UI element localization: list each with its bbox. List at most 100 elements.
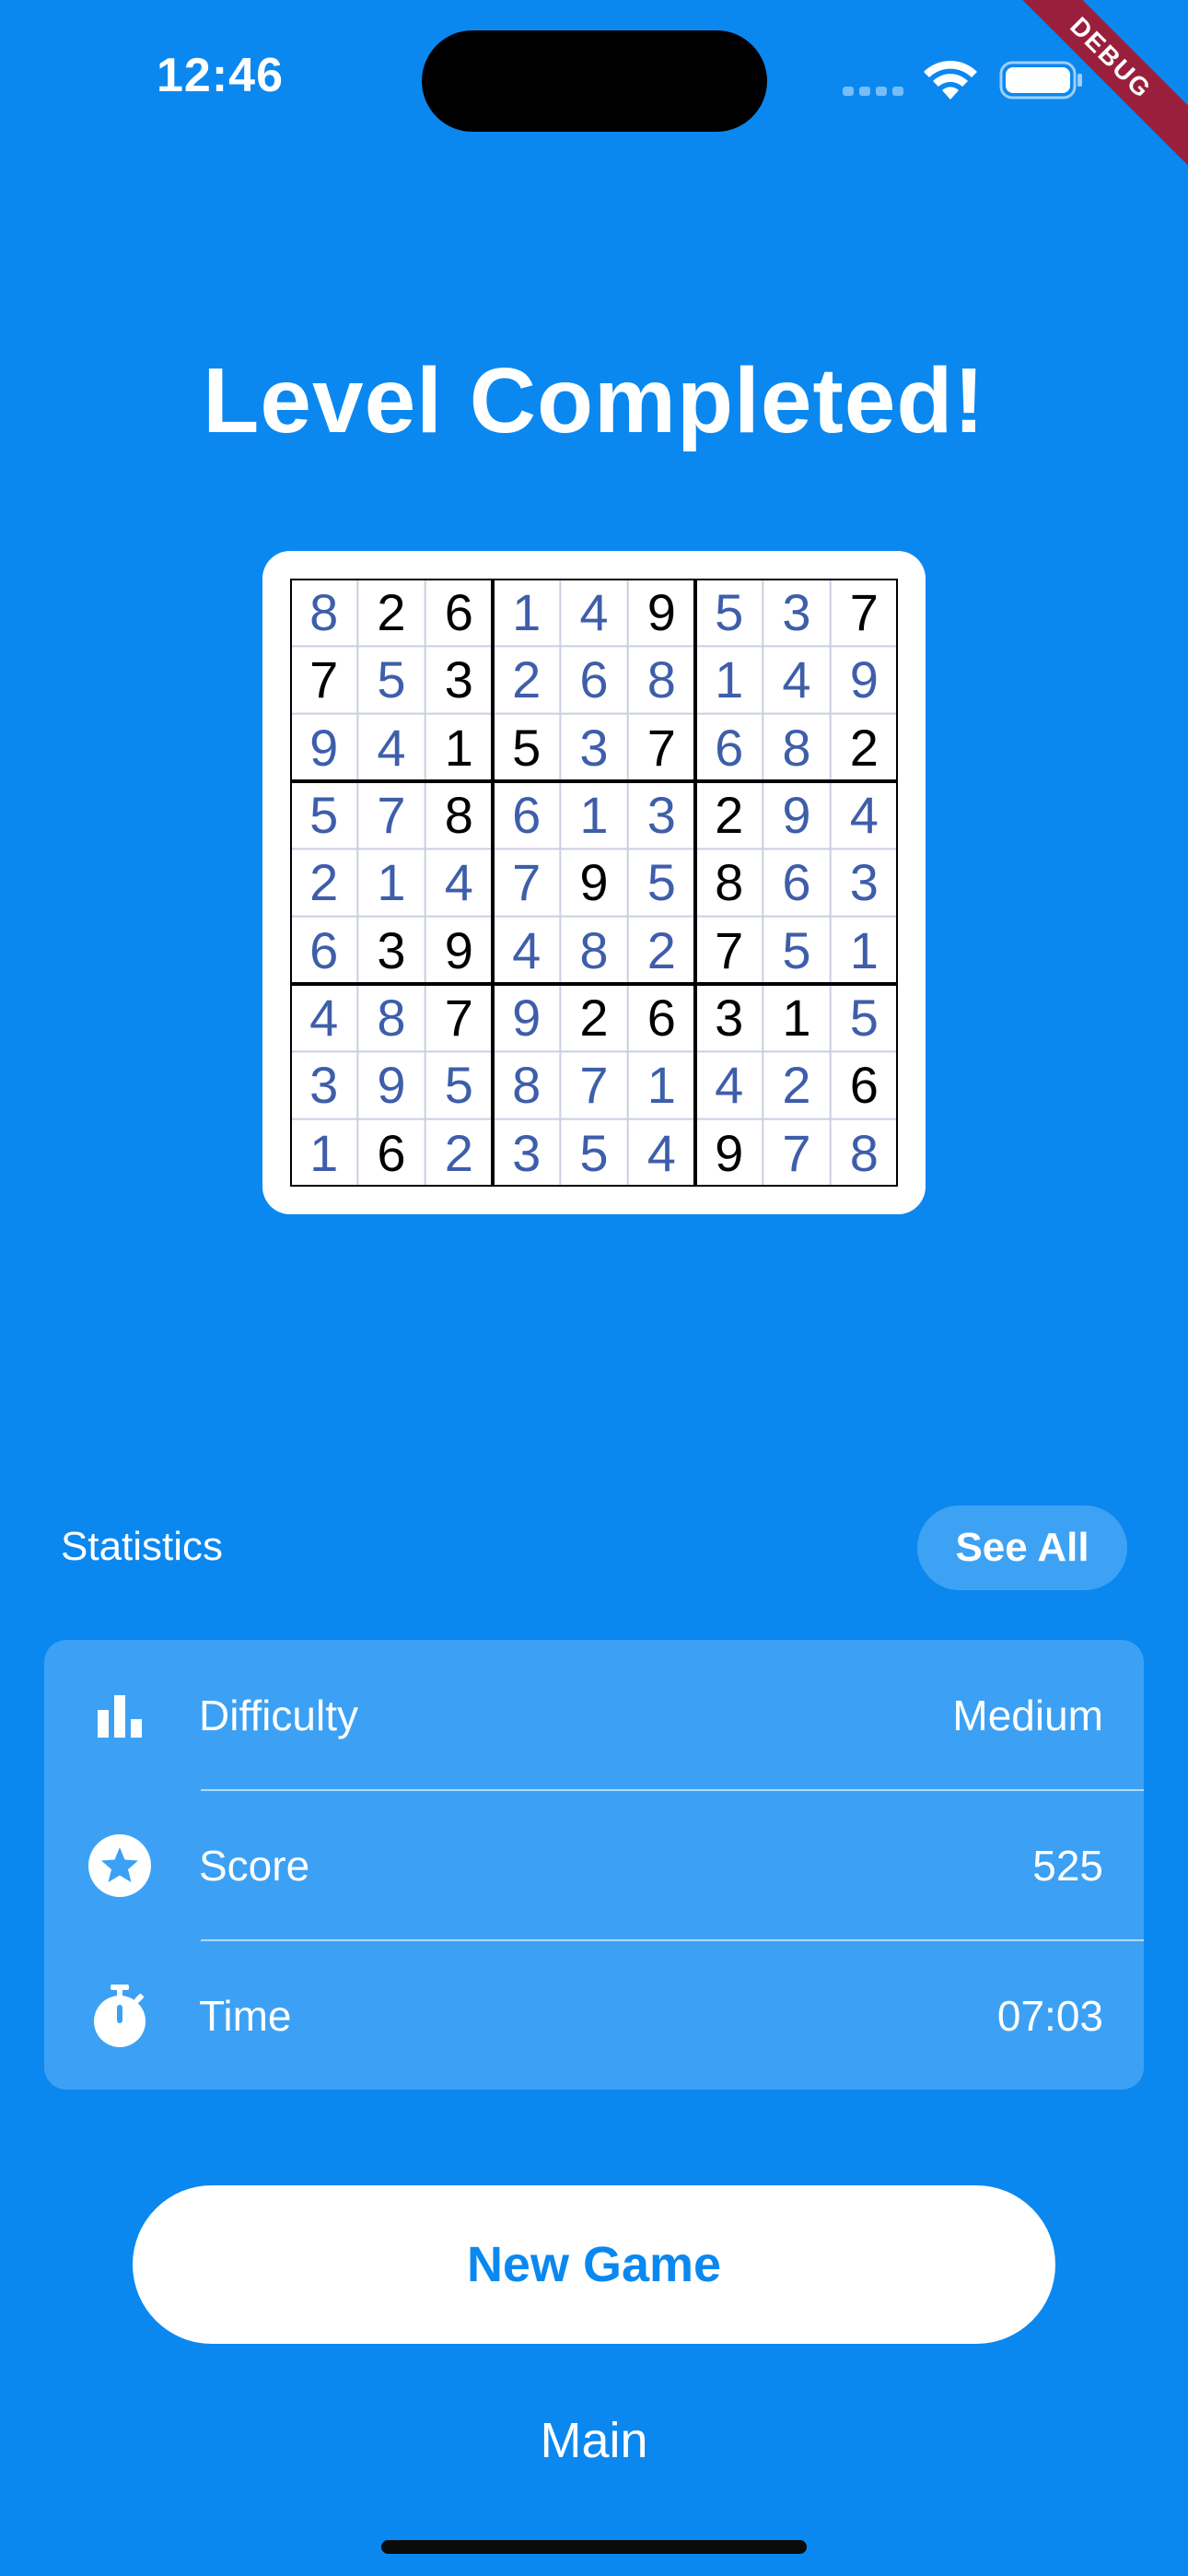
sudoku-cell: 1: [579, 786, 609, 845]
sudoku-cell: 7: [646, 718, 676, 777]
sudoku-cell: 5: [579, 1123, 609, 1182]
sudoku-cell: 1: [646, 1056, 676, 1115]
sudoku-cell: 4: [579, 583, 609, 642]
sudoku-cell: 3: [444, 650, 473, 709]
sudoku-cell: 6: [309, 920, 339, 979]
sudoku-cell: 4: [782, 650, 811, 709]
sudoku-cell: 4: [849, 786, 879, 845]
sudoku-cell: 6: [377, 1123, 406, 1182]
sudoku-board: 8261495377532681499415376825786132942147…: [290, 579, 898, 1187]
sudoku-cell: 3: [646, 786, 676, 845]
sudoku-cell: 5: [782, 920, 811, 979]
wifi-icon: [924, 60, 977, 100]
sudoku-cell: 4: [444, 853, 473, 912]
dynamic-island: [422, 30, 767, 132]
sudoku-cell: 7: [512, 853, 542, 912]
sudoku-cell: 5: [512, 718, 542, 777]
sudoku-cell: 2: [512, 650, 542, 709]
sudoku-cell: 5: [444, 1056, 473, 1115]
sudoku-cell: 1: [512, 583, 542, 642]
stat-row-score: Score 525: [44, 1790, 1144, 1940]
bar-chart-icon: [98, 1694, 142, 1738]
see-all-button[interactable]: See All: [917, 1505, 1127, 1590]
stat-label: Difficulty: [199, 1691, 358, 1739]
sudoku-cell: 8: [579, 920, 609, 979]
sudoku-cell: 8: [512, 1056, 542, 1115]
stat-label: Time: [199, 1991, 292, 2040]
sudoku-cell: 3: [715, 989, 744, 1048]
sudoku-cell: 8: [849, 1123, 879, 1182]
statistics-card: Difficulty Medium Score 525 Time 07:03: [44, 1640, 1144, 2090]
sudoku-cell: 7: [579, 1056, 609, 1115]
stat-value: Medium: [952, 1691, 1103, 1739]
sudoku-cell: 7: [377, 786, 406, 845]
sudoku-cell: 7: [782, 1123, 811, 1182]
sudoku-cell: 7: [309, 650, 339, 709]
battery-icon: [999, 61, 1082, 100]
sudoku-cell: 9: [782, 786, 811, 845]
stat-value: 07:03: [996, 1991, 1103, 2040]
new-game-button[interactable]: New Game: [133, 2185, 1055, 2344]
sudoku-cell: 1: [309, 1123, 339, 1182]
stat-label: Score: [199, 1841, 310, 1890]
sudoku-cell: 6: [512, 786, 542, 845]
sudoku-cell: 8: [782, 718, 811, 777]
sudoku-cell: 5: [849, 989, 879, 1048]
sudoku-cell: 4: [512, 920, 542, 979]
sudoku-cell: 8: [377, 989, 406, 1048]
sudoku-cell: 2: [444, 1123, 473, 1182]
sudoku-cell: 9: [715, 1123, 744, 1182]
sudoku-cell: 1: [377, 853, 406, 912]
sudoku-cell: 2: [849, 718, 879, 777]
sudoku-cell: 9: [579, 853, 609, 912]
sudoku-cell: 5: [715, 583, 744, 642]
sudoku-cell: 6: [579, 650, 609, 709]
sudoku-cell: 3: [849, 853, 879, 912]
star-badge-icon: [88, 1833, 151, 1897]
sudoku-cell: 9: [377, 1056, 406, 1115]
sudoku-cell: 3: [377, 920, 406, 979]
home-indicator: [381, 2540, 807, 2554]
sudoku-cell: 7: [849, 583, 879, 642]
stat-row-time: Time 07:03: [44, 1940, 1144, 2090]
sudoku-cell: 3: [512, 1123, 542, 1182]
sudoku-cell: 5: [377, 650, 406, 709]
sudoku-cell: 9: [849, 650, 879, 709]
sudoku-cell: 5: [309, 786, 339, 845]
stat-value: 525: [1032, 1841, 1103, 1890]
stat-row-difficulty: Difficulty Medium: [44, 1640, 1144, 1790]
cellular-signal-icon: [843, 87, 905, 96]
sudoku-cell: 1: [849, 920, 879, 979]
sudoku-cell: 7: [715, 920, 744, 979]
sudoku-cell: 2: [646, 920, 676, 979]
statistics-label: Statistics: [61, 1524, 224, 1569]
sudoku-cell: 1: [444, 718, 473, 777]
sudoku-cell: 8: [715, 853, 744, 912]
sudoku-cell: 7: [444, 989, 473, 1048]
sudoku-cell: 3: [309, 1056, 339, 1115]
sudoku-cell: 4: [715, 1056, 744, 1115]
main-button[interactable]: Main: [0, 2412, 1188, 2469]
sudoku-cell: 2: [309, 853, 339, 912]
sudoku-cell: 3: [579, 718, 609, 777]
sudoku-cell: 4: [377, 718, 406, 777]
sudoku-cell: 9: [309, 718, 339, 777]
sudoku-cell: 2: [715, 786, 744, 845]
page-title: Level Completed!: [203, 349, 985, 452]
sudoku-cell: 1: [782, 989, 811, 1048]
sudoku-cell: 9: [444, 920, 473, 979]
sudoku-cell: 2: [782, 1056, 811, 1115]
sudoku-cell: 6: [849, 1056, 879, 1115]
sudoku-cell: 6: [715, 718, 744, 777]
sudoku-cell: 6: [444, 583, 473, 642]
sudoku-cell: 8: [646, 650, 676, 709]
sudoku-cell: 8: [444, 786, 473, 845]
sudoku-cell: 2: [579, 989, 609, 1048]
sudoku-cell: 2: [377, 583, 406, 642]
sudoku-board-card: 8261495377532681499415376825786132942147…: [262, 551, 926, 1214]
sudoku-cell: 3: [782, 583, 811, 642]
status-time: 12:46: [157, 49, 284, 102]
sudoku-cell: 9: [646, 583, 676, 642]
sudoku-cell: 8: [309, 583, 339, 642]
sudoku-cell: 6: [782, 853, 811, 912]
